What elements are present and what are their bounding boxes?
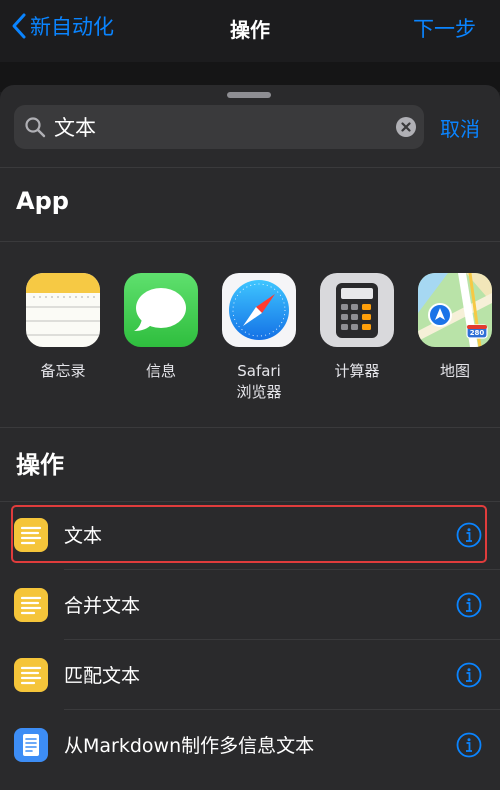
divider: [0, 427, 500, 428]
search-input[interactable]: [54, 105, 374, 149]
messages-app-icon: [124, 273, 198, 347]
app-label: 信息: [145, 362, 176, 380]
action-row-combine-text[interactable]: 合并文本: [0, 570, 500, 640]
cancel-button[interactable]: 取消: [440, 113, 480, 142]
app-maps[interactable]: 280 地图: [410, 273, 500, 382]
clear-icon[interactable]: [396, 117, 416, 137]
search-field[interactable]: [14, 105, 424, 149]
app-notes[interactable]: 备忘录: [18, 273, 108, 382]
divider: [0, 241, 500, 242]
actions-section-title: 操作: [16, 451, 64, 479]
app-label: 备忘录: [40, 362, 86, 380]
action-row-match-text[interactable]: 匹配文本: [0, 640, 500, 710]
info-icon[interactable]: [456, 592, 482, 618]
info-icon[interactable]: [456, 662, 482, 688]
notes-app-icon: [26, 273, 100, 347]
calculator-app-icon: [320, 273, 394, 347]
app-label: 地图: [439, 362, 470, 380]
action-picker-sheet: 取消 App 备忘录: [0, 85, 500, 790]
text-action-icon: [14, 588, 48, 622]
next-button[interactable]: 下一步: [413, 13, 476, 43]
text-action-icon: [14, 658, 48, 692]
rich-text-action-icon: [14, 728, 48, 762]
sheet-grabber[interactable]: [227, 92, 271, 98]
action-row-markdown-rich-text[interactable]: 从Markdown制作多信息文本: [0, 710, 500, 780]
app-label: Safari 浏览器: [236, 362, 282, 401]
action-label: 合并文本: [64, 595, 141, 617]
app-messages[interactable]: 信息: [116, 273, 206, 382]
app-safari[interactable]: Safari 浏览器: [214, 273, 304, 403]
app-calculator[interactable]: 计算器: [312, 273, 402, 382]
apps-row: 备忘录 信息 Safari 浏览器 计算器 280 地图: [0, 273, 500, 413]
action-label: 匹配文本: [64, 665, 141, 687]
safari-app-icon: [222, 273, 296, 347]
navigation-bar: 新自动化 操作 下一步: [0, 0, 500, 62]
maps-badge-text: 280: [469, 329, 485, 337]
info-icon[interactable]: [456, 732, 482, 758]
divider: [0, 167, 500, 168]
apps-section-title: App: [16, 187, 69, 215]
action-label: 从Markdown制作多信息文本: [64, 735, 315, 757]
search-icon: [25, 117, 46, 138]
maps-app-icon: 280: [418, 273, 492, 347]
app-label: 计算器: [334, 362, 380, 380]
highlight-annotation: [11, 505, 487, 563]
